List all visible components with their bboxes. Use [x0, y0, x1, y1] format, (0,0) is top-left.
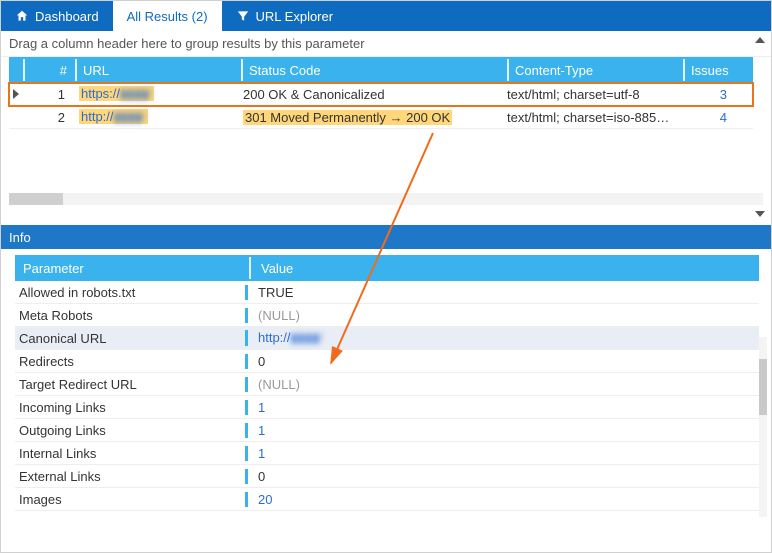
param-row[interactable]: Allowed in robots.txtTRUE [15, 281, 759, 304]
scrollbar-thumb[interactable] [9, 193, 63, 205]
col-issues[interactable]: Issues [685, 63, 753, 78]
param-row[interactable]: Meta Robots(NULL) [15, 304, 759, 327]
tab-dashboard-label: Dashboard [35, 9, 99, 24]
main-tabs: Dashboard All Results (2) URL Explorer [1, 1, 771, 31]
param-row[interactable]: Redirects0 [15, 350, 759, 373]
cell-url[interactable]: http://▮▮▮▮/ [73, 109, 237, 125]
tab-url-explorer-label: URL Explorer [256, 9, 334, 24]
table-row[interactable]: 1 https://▮▮▮▮/ 200 OK & Canonicalized t… [9, 83, 753, 106]
cell-status: 301 Moved Permanently → 200 OK [237, 110, 501, 125]
param-list: Allowed in robots.txtTRUEMeta Robots(NUL… [15, 281, 759, 511]
cell-issues[interactable]: 3 [675, 87, 753, 102]
scrollbar-thumb[interactable] [759, 359, 767, 415]
vertical-scrollbar[interactable] [759, 337, 767, 517]
param-name: Incoming Links [15, 400, 245, 415]
param-name: Redirects [15, 354, 245, 369]
param-name: Images [15, 492, 245, 507]
row-selected-icon [9, 89, 23, 99]
param-name: Meta Robots [15, 308, 245, 323]
param-name: Outgoing Links [15, 423, 245, 438]
col-content-type[interactable]: Content-Type [509, 63, 683, 78]
col-url[interactable]: URL [77, 63, 241, 78]
param-name: External Links [15, 469, 245, 484]
param-name: Internal Links [15, 446, 245, 461]
tab-all-results-label: All Results (2) [127, 9, 208, 24]
cell-issues[interactable]: 4 [675, 110, 753, 125]
param-value: (NULL) [245, 308, 759, 323]
param-name: Target Redirect URL [15, 377, 245, 392]
param-row[interactable]: External Links0 [15, 465, 759, 488]
param-row[interactable]: Internal Links1 [15, 442, 759, 465]
cell-number: 1 [23, 87, 73, 102]
group-by-hint-text: Drag a column header here to group resul… [9, 36, 365, 51]
param-header: Parameter Value [15, 255, 759, 281]
param-name: Allowed in robots.txt [15, 285, 245, 300]
param-value: 0 [245, 354, 759, 369]
tab-url-explorer[interactable]: URL Explorer [222, 1, 348, 31]
param-value[interactable]: http://▮▮▮▮/ [245, 330, 759, 346]
param-value[interactable]: 20 [245, 492, 759, 507]
param-row[interactable]: Incoming Links1 [15, 396, 759, 419]
param-value: 0 [245, 469, 759, 484]
param-value[interactable]: 1 [245, 423, 759, 438]
horizontal-scrollbar[interactable] [9, 193, 763, 205]
tab-dashboard[interactable]: Dashboard [1, 1, 113, 31]
param-row[interactable]: Outgoing Links1 [15, 419, 759, 442]
param-value: TRUE [245, 285, 759, 300]
group-by-hint[interactable]: Drag a column header here to group resul… [1, 31, 771, 57]
tab-all-results[interactable]: All Results (2) [113, 1, 222, 31]
collapse-up-icon[interactable] [755, 37, 765, 43]
cell-url[interactable]: https://▮▮▮▮/ [73, 86, 237, 102]
info-title: Info [9, 230, 31, 245]
param-row[interactable]: Target Redirect URL(NULL) [15, 373, 759, 396]
param-name: Canonical URL [15, 331, 245, 346]
info-panel-header[interactable]: Info [1, 225, 771, 249]
param-row[interactable]: Images20 [15, 488, 759, 511]
col-number[interactable]: # [25, 63, 75, 78]
home-icon [15, 9, 29, 23]
filter-icon [236, 9, 250, 23]
param-row[interactable]: Canonical URLhttp://▮▮▮▮/ [15, 327, 759, 350]
param-value[interactable]: 1 [245, 400, 759, 415]
col-status[interactable]: Status Code [243, 63, 507, 78]
param-value[interactable]: 1 [245, 446, 759, 461]
table-row[interactable]: 2 http://▮▮▮▮/ 301 Moved Permanently → 2… [9, 106, 753, 129]
col-parameter[interactable]: Parameter [15, 261, 249, 276]
col-value[interactable]: Value [251, 261, 759, 276]
collapse-down-icon[interactable] [755, 211, 765, 217]
cell-content-type: text/html; charset=iso-885… [501, 110, 675, 125]
cell-content-type: text/html; charset=utf-8 [501, 87, 675, 102]
cell-number: 2 [23, 110, 73, 125]
results-header: # URL Status Code Content-Type Issues [9, 57, 753, 83]
cell-status: 200 OK & Canonicalized [237, 87, 501, 102]
param-value: (NULL) [245, 377, 759, 392]
